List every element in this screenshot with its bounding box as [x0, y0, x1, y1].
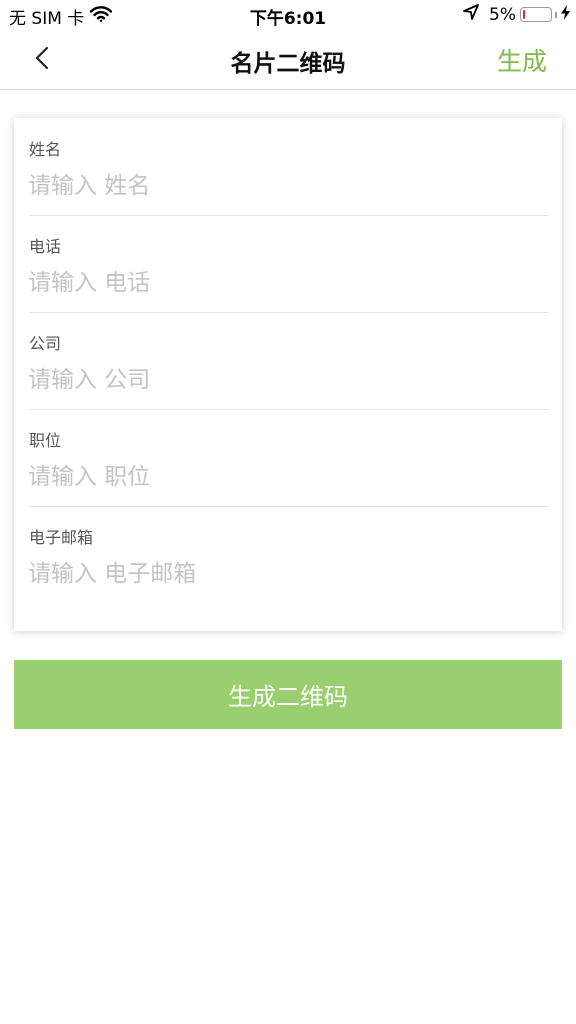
charging-bolt-icon: [561, 4, 570, 25]
field-email: 电子邮箱: [28, 506, 548, 603]
phone-input[interactable]: [28, 263, 538, 303]
field-label: 电子邮箱: [29, 528, 94, 547]
field-label: 公司: [29, 334, 62, 353]
generate-qr-button[interactable]: 生成二维码: [14, 660, 562, 729]
field-name: 姓名: [28, 118, 548, 216]
battery-percent: 5%: [489, 4, 516, 25]
status-right: 5%: [463, 4, 570, 25]
company-input[interactable]: [28, 360, 538, 400]
page-title: 名片二维码: [230, 51, 346, 77]
field-position: 职位: [28, 409, 548, 507]
position-input[interactable]: [28, 457, 538, 497]
field-label: 职位: [29, 431, 62, 450]
location-arrow-icon: [463, 4, 479, 25]
battery-cap: [555, 11, 557, 18]
field-company: 公司: [28, 312, 548, 410]
email-input[interactable]: [28, 554, 538, 594]
nav-bar: 名片二维码 生成: [0, 30, 576, 90]
generate-nav-button[interactable]: 生成: [497, 42, 547, 78]
field-label: 姓名: [29, 140, 62, 159]
field-phone: 电话: [28, 215, 548, 313]
battery-icon: [520, 7, 552, 22]
battery-fill: [523, 10, 525, 19]
field-label: 电话: [29, 237, 62, 256]
business-card-form: 姓名 电话 公司 职位 电子邮箱: [14, 118, 562, 631]
name-input[interactable]: [28, 166, 538, 206]
status-bar: 无 SIM 卡 下午6:01 5%: [0, 0, 576, 30]
